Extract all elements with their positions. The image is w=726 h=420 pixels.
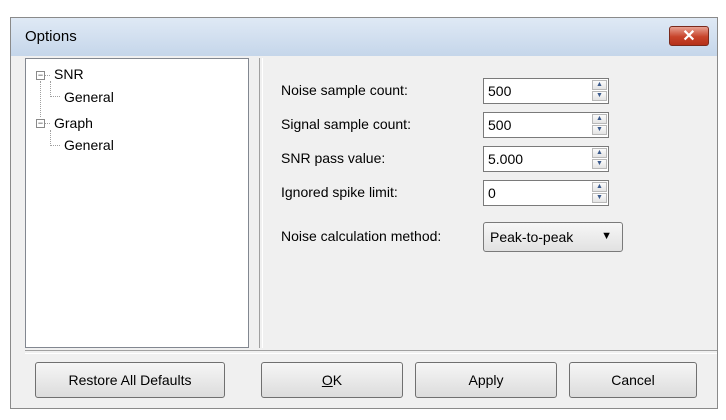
spin-up-icon[interactable]: ▲	[592, 114, 607, 124]
tree-connector	[50, 130, 51, 146]
signal-sample-count-stepper[interactable]: 500 ▲ ▼	[483, 112, 609, 138]
ignored-spike-limit-value[interactable]: 0	[488, 185, 496, 201]
options-tree[interactable]: − SNR General − Graph General	[25, 58, 249, 348]
tree-connector	[50, 145, 60, 146]
dialog-title: Options	[25, 28, 77, 45]
tree-connector	[45, 123, 50, 124]
ignored-spike-limit-stepper[interactable]: 0 ▲ ▼	[483, 180, 609, 206]
spin-down-icon[interactable]: ▼	[592, 193, 607, 203]
tree-connector	[50, 96, 60, 97]
tree-node-snr[interactable]: SNR	[54, 66, 84, 82]
restore-all-defaults-label: Restore All Defaults	[68, 372, 192, 388]
spin-up-icon[interactable]: ▲	[592, 182, 607, 192]
ok-label-rest: K	[332, 372, 343, 388]
collapse-icon[interactable]: −	[36, 119, 45, 128]
noise-calculation-method-value: Peak-to-peak	[490, 229, 574, 245]
snr-pass-value-value[interactable]: 5.000	[488, 151, 523, 167]
button-separator	[25, 350, 717, 354]
panel-divider	[259, 58, 263, 348]
snr-pass-value-label: SNR pass value:	[281, 150, 386, 166]
chevron-down-icon: ▼	[601, 230, 612, 242]
tree-node-snr-general[interactable]: General	[64, 89, 114, 105]
noise-sample-count-stepper[interactable]: 500 ▲ ▼	[483, 78, 609, 104]
apply-label: Apply	[468, 372, 504, 388]
cancel-label: Cancel	[611, 372, 655, 388]
tree-connector	[40, 81, 41, 117]
noise-calculation-method-label: Noise calculation method:	[281, 228, 442, 244]
tree-node-graph-general[interactable]: General	[64, 137, 114, 153]
options-dialog: Options ✕ − SNR General − Graph General …	[10, 17, 718, 409]
tree-connector	[50, 81, 51, 97]
noise-sample-count-value[interactable]: 500	[488, 83, 511, 99]
spin-down-icon[interactable]: ▼	[592, 91, 607, 101]
tree-node-graph[interactable]: Graph	[54, 115, 93, 131]
apply-button[interactable]: Apply	[415, 362, 557, 398]
restore-all-defaults-button[interactable]: Restore All Defaults	[35, 362, 225, 398]
close-icon: ✕	[682, 28, 696, 45]
spin-up-icon[interactable]: ▲	[592, 80, 607, 90]
noise-calculation-method-select[interactable]: Peak-to-peak ▼	[483, 222, 623, 252]
collapse-icon[interactable]: −	[36, 71, 45, 80]
cancel-button[interactable]: Cancel	[569, 362, 697, 398]
snr-pass-value-stepper[interactable]: 5.000 ▲ ▼	[483, 146, 609, 172]
title-bar: Options ✕	[11, 18, 717, 56]
close-button[interactable]: ✕	[669, 26, 709, 46]
tree-connector	[45, 75, 50, 76]
ignored-spike-limit-label: Ignored spike limit:	[281, 184, 398, 200]
noise-sample-count-label: Noise sample count:	[281, 82, 408, 98]
signal-sample-count-label: Signal sample count:	[281, 116, 411, 132]
ok-button[interactable]: OK	[261, 362, 403, 398]
ok-mnemonic: O	[321, 372, 333, 388]
signal-sample-count-value[interactable]: 500	[488, 117, 511, 133]
spin-up-icon[interactable]: ▲	[592, 148, 607, 158]
spin-down-icon[interactable]: ▼	[592, 125, 607, 135]
spin-down-icon[interactable]: ▼	[592, 159, 607, 169]
